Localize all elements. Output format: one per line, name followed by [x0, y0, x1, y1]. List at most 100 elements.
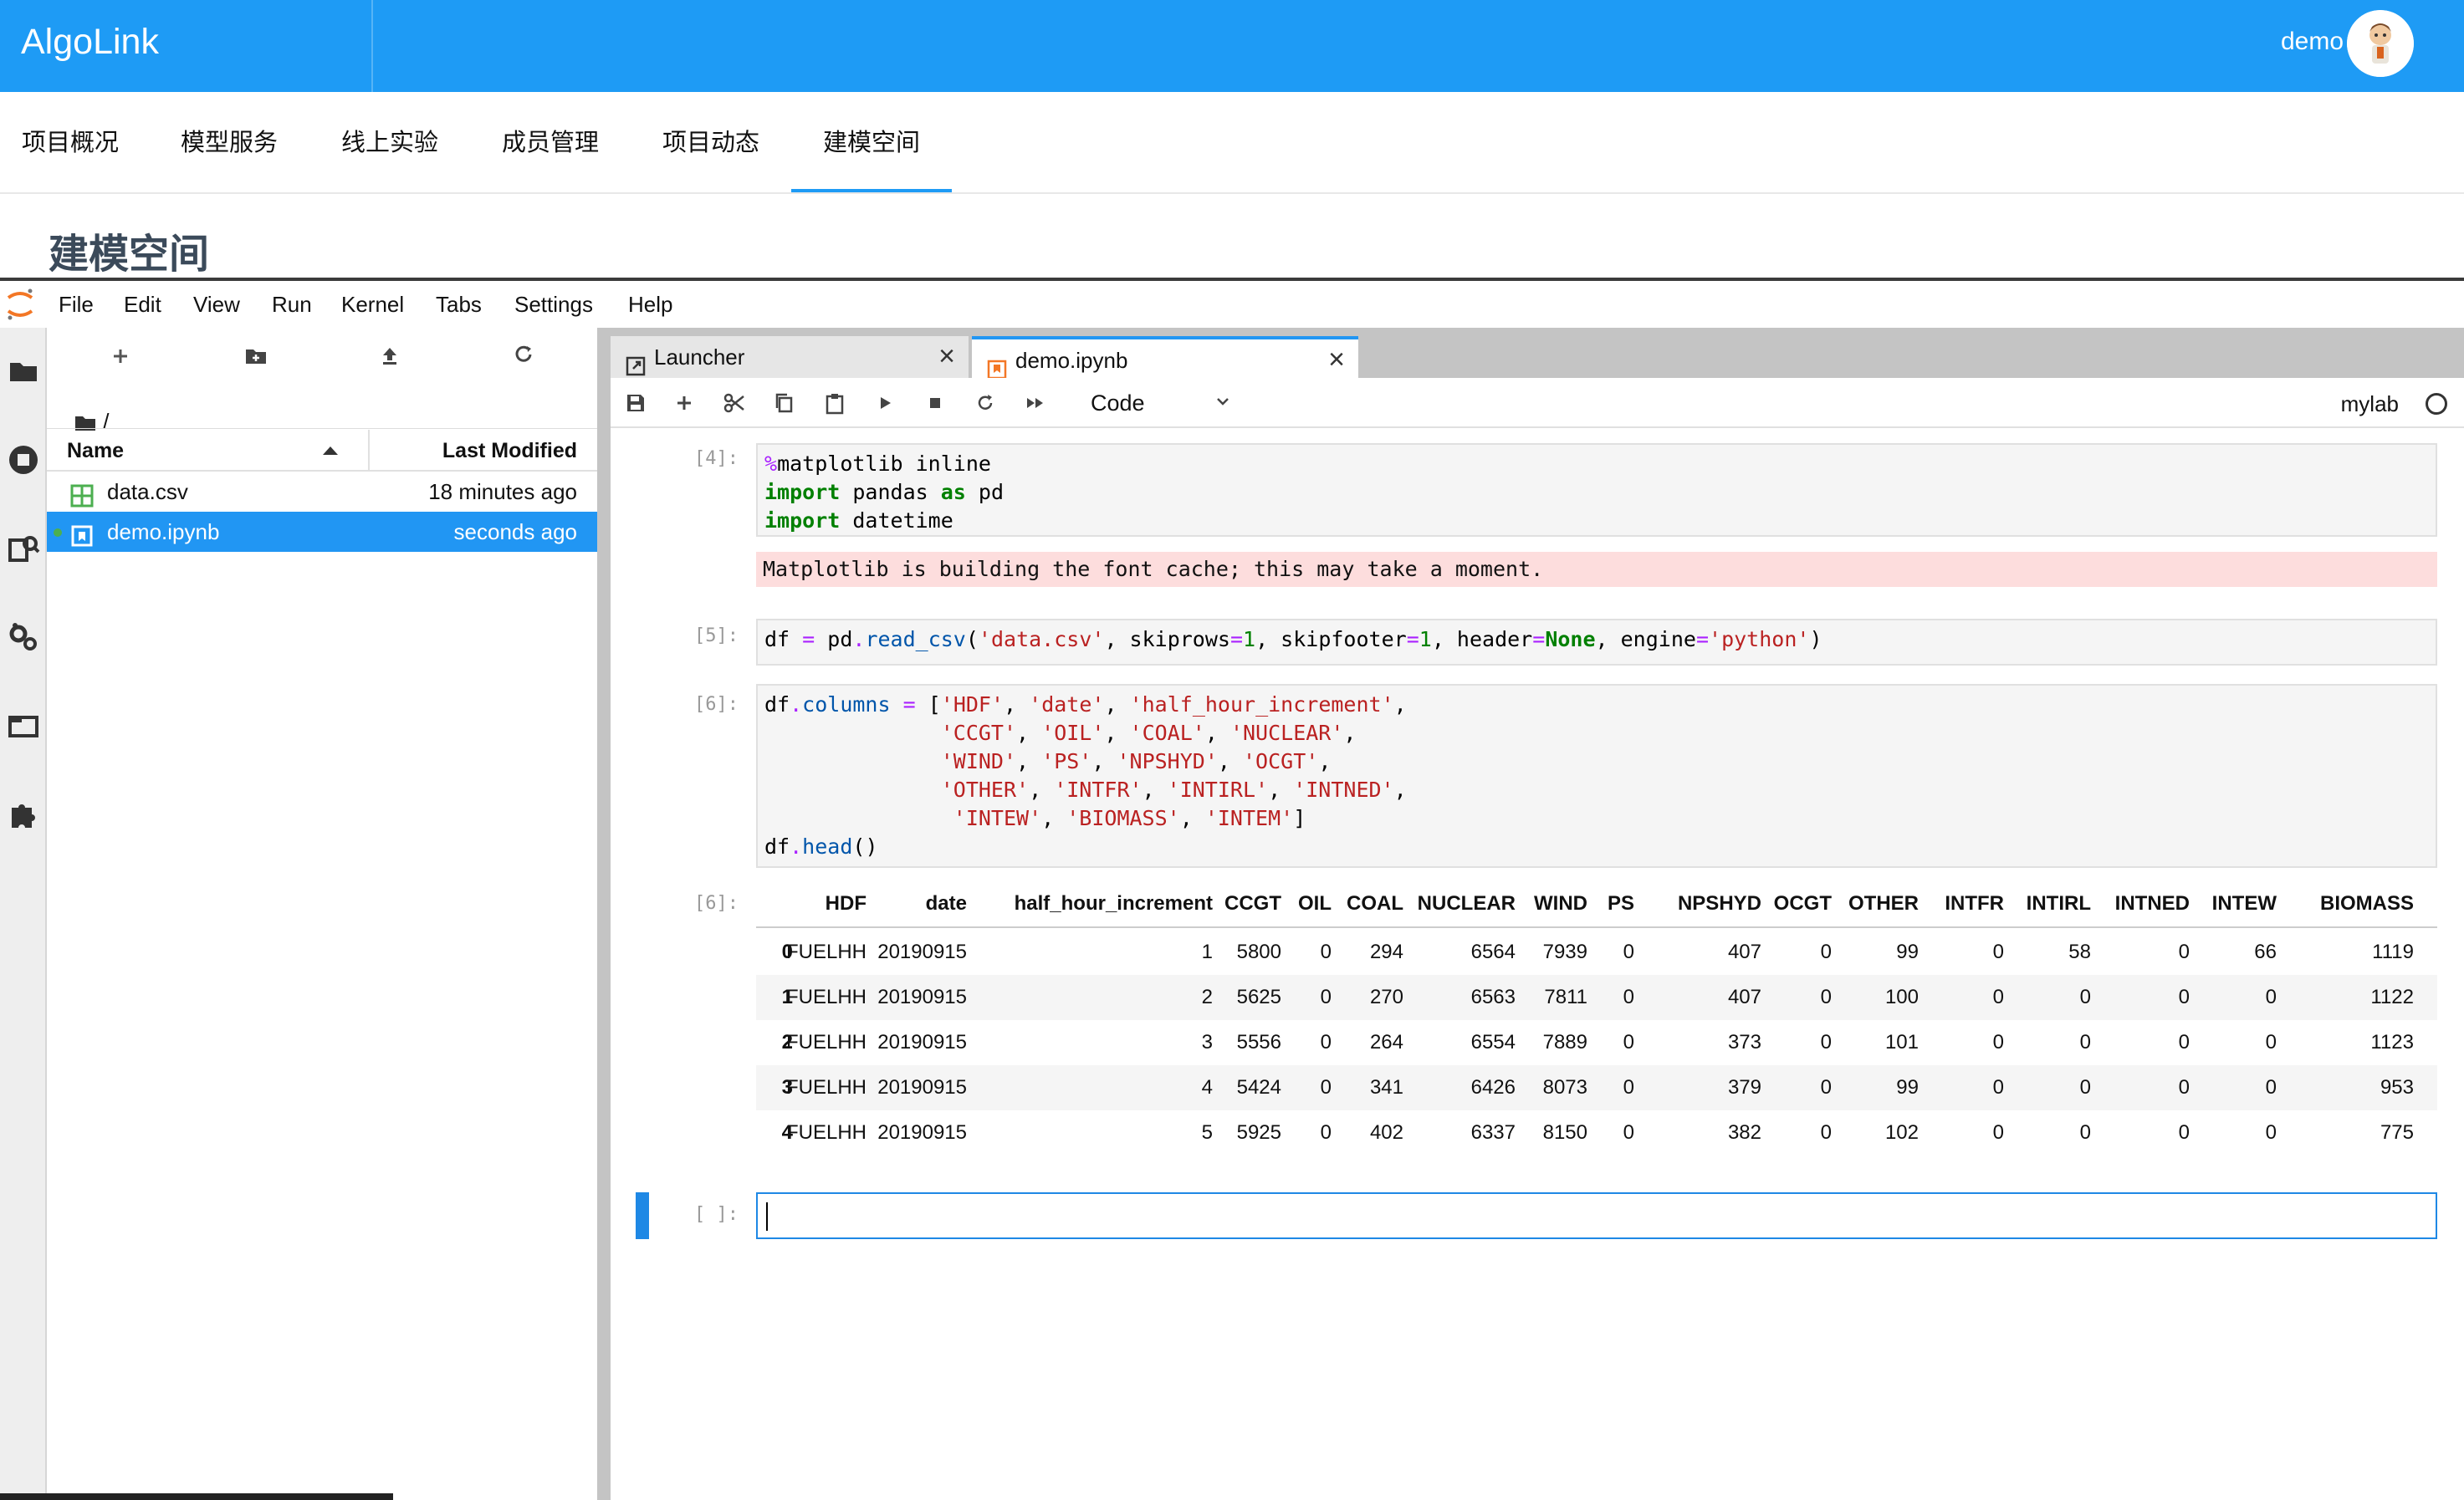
table-cell: 373: [1727, 1031, 1761, 1054]
menu-settings[interactable]: Settings: [514, 281, 593, 328]
table-cell: 7889: [1542, 1031, 1587, 1054]
commands-icon[interactable]: [5, 530, 42, 567]
save-icon[interactable]: [622, 390, 649, 416]
tab-launcher[interactable]: Launcher ×: [611, 336, 969, 378]
folder-icon[interactable]: [5, 353, 42, 390]
running-indicator: [54, 528, 62, 537]
table-cell: FUELHH: [785, 941, 866, 963]
code-cell[interactable]: df = pd.read_csv('data.csv', skiprows=1,…: [756, 619, 2437, 666]
cell-type-select[interactable]: Code: [1091, 378, 1145, 428]
stop-icon[interactable]: [922, 390, 948, 416]
menu-kernel[interactable]: Kernel: [341, 281, 404, 328]
table-cell: 341: [1369, 1076, 1403, 1099]
running-icon[interactable]: [5, 441, 42, 478]
table-cell: 0: [1320, 1121, 1332, 1144]
table-cell: 407: [1727, 986, 1761, 1008]
cut-icon[interactable]: [721, 390, 748, 416]
table-cell: 7939: [1542, 941, 1587, 963]
table-header: NPSHYD: [1677, 892, 1761, 915]
run-icon[interactable]: [872, 390, 898, 416]
nav-item-modeling-space[interactable]: 建模空间: [791, 92, 952, 192]
table-cell: FUELHH: [785, 986, 866, 1008]
table-cell: 0: [1320, 1031, 1332, 1054]
close-icon[interactable]: ×: [938, 336, 955, 376]
table-row: 4 FUELHH 20190915 5 5925 0 402 6337 8150 0 382 0 102…: [756, 1110, 2437, 1156]
table-cell: 20190915: [877, 941, 967, 963]
notebook-panel[interactable]: [4]: %matplotlib inline import pandas as…: [611, 430, 2464, 1500]
table-cell: FUELHH: [785, 1076, 866, 1099]
table-cell: 3: [1201, 1031, 1213, 1054]
upload-icon[interactable]: [373, 339, 406, 373]
table-cell: 8150: [1542, 1121, 1587, 1144]
tabs-icon[interactable]: [5, 707, 42, 744]
nav-item-project-activity[interactable]: 项目动态: [641, 92, 781, 192]
table-cell: 0: [1820, 1076, 1832, 1099]
tab-label: Launcher: [654, 344, 745, 370]
table-cell: 5625: [1236, 986, 1281, 1008]
column-last-modified[interactable]: Last Modified: [442, 430, 577, 472]
copy-icon[interactable]: [771, 390, 798, 416]
restart-icon[interactable]: [972, 390, 999, 416]
close-icon[interactable]: ×: [1328, 339, 1345, 380]
file-row[interactable]: demo.ipynb seconds ago: [47, 512, 597, 552]
table-cell: 0: [1623, 1076, 1634, 1099]
table-cell: 100: [1884, 986, 1919, 1008]
table-cell: 264: [1369, 1031, 1403, 1054]
table-cell: 1123: [2370, 1031, 2414, 1054]
table-cell: 0: [1820, 941, 1832, 963]
fast-forward-icon[interactable]: [1022, 390, 1049, 416]
chevron-down-icon[interactable]: [1211, 390, 1235, 413]
table-cell: 7811: [1544, 986, 1587, 1008]
new-folder-icon[interactable]: [239, 339, 273, 373]
table-cell: 0: [1623, 1121, 1634, 1144]
menu-view[interactable]: View: [193, 281, 240, 328]
column-name[interactable]: Name: [67, 430, 124, 472]
active-cell-indicator: [636, 1192, 649, 1239]
brand-logo[interactable]: AlgoLink: [21, 0, 159, 92]
menu-file[interactable]: File: [59, 281, 94, 328]
user-name[interactable]: demo: [2281, 0, 2344, 92]
menu-run[interactable]: Run: [272, 281, 312, 328]
code-cell[interactable]: %matplotlib inline import pandas as pd i…: [756, 443, 2437, 537]
table-cell: 4: [1201, 1076, 1213, 1099]
column-divider[interactable]: [368, 430, 370, 472]
tab-demo-notebook[interactable]: demo.ipynb ×: [972, 336, 1358, 380]
menu-edit[interactable]: Edit: [124, 281, 161, 328]
table-cell: 0: [2079, 1121, 2091, 1144]
menu-tabs[interactable]: Tabs: [436, 281, 482, 328]
file-name: data.csv: [107, 479, 188, 504]
new-launcher-icon[interactable]: [104, 339, 137, 373]
code-cell[interactable]: df.columns = ['HDF', 'date', 'half_hour_…: [756, 684, 2437, 868]
table-header: COAL: [1347, 892, 1403, 915]
table-cell: 6426: [1470, 1076, 1516, 1099]
text-cursor: [766, 1202, 768, 1231]
status-strip: [0, 1493, 393, 1500]
top-header: AlgoLink demo: [0, 0, 2464, 92]
sort-asc-icon[interactable]: [323, 446, 338, 455]
nav-item-member-management[interactable]: 成员管理: [480, 92, 621, 192]
kernel-name[interactable]: mylab: [2341, 378, 2399, 430]
table-cell: 20190915: [877, 1031, 967, 1054]
table-header: INTEW: [2211, 892, 2277, 915]
table-cell: 58: [2068, 941, 2091, 963]
table-cell: 0: [2178, 941, 2190, 963]
nav-item-online-experiment[interactable]: 线上实验: [320, 92, 460, 192]
insert-cell-icon[interactable]: [671, 390, 698, 416]
table-cell: 0: [1820, 1121, 1832, 1144]
table-cell: 5925: [1236, 1121, 1281, 1144]
nav-item-model-service[interactable]: 模型服务: [159, 92, 299, 192]
table-cell: 0: [2178, 1076, 2190, 1099]
paste-icon[interactable]: [821, 390, 848, 416]
property-inspector-icon[interactable]: [5, 619, 42, 656]
header-divider: [371, 0, 373, 92]
table-cell: 0: [1992, 1121, 2004, 1144]
avatar[interactable]: [2347, 10, 2414, 77]
table-cell: FUELHH: [785, 1031, 866, 1054]
refresh-icon[interactable]: [507, 339, 540, 373]
nav-item-overview[interactable]: 项目概况: [0, 92, 141, 192]
panel-splitter[interactable]: [597, 328, 611, 1500]
file-row[interactable]: data.csv 18 minutes ago: [47, 472, 597, 512]
extension-icon[interactable]: [5, 796, 42, 833]
menu-help[interactable]: Help: [628, 281, 672, 328]
active-code-cell[interactable]: [756, 1192, 2437, 1239]
